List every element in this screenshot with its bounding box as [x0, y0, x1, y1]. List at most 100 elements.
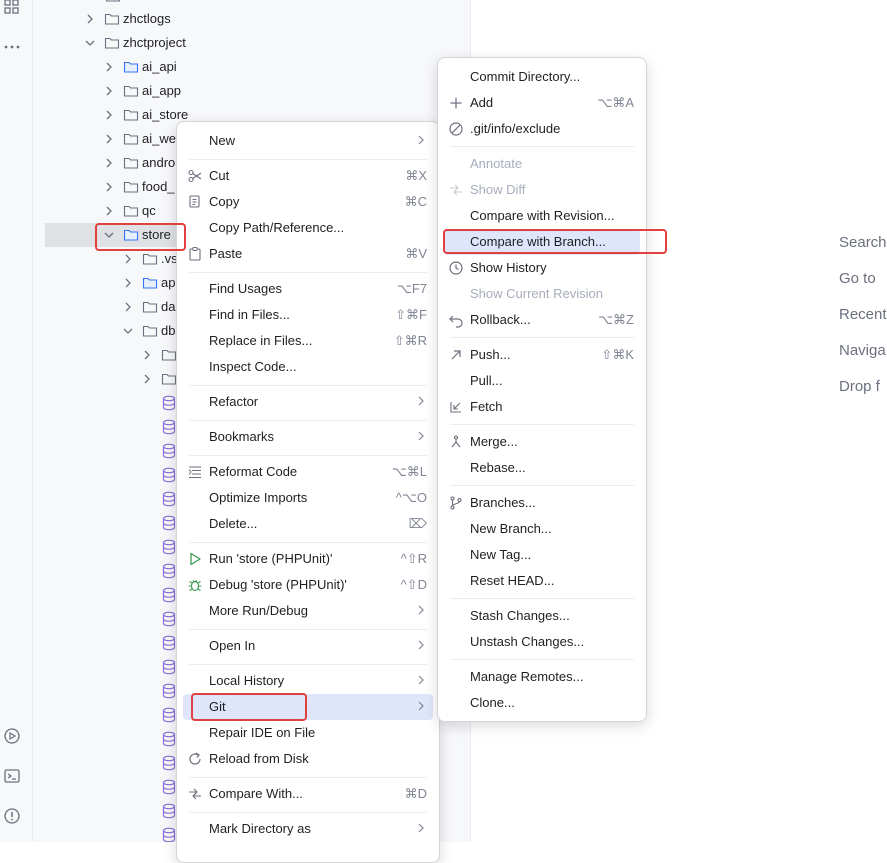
chevron-right-icon[interactable] — [103, 109, 115, 121]
chevron-right-icon[interactable] — [103, 133, 115, 145]
database-file-icon[interactable] — [162, 827, 176, 842]
tree-row[interactable]: zhctlogs — [33, 7, 470, 31]
tree-row[interactable]: ai_app — [33, 79, 470, 103]
database-file-icon[interactable] — [162, 803, 176, 819]
git-item-add[interactable]: Add ⌥⌘A — [444, 90, 640, 116]
menu-item-copy[interactable]: Copy ⌘C — [183, 189, 433, 215]
menu-item-paste[interactable]: Paste ⌘V — [183, 241, 433, 267]
git-item-compare-with-branch[interactable]: Compare with Branch... — [444, 229, 640, 255]
git-item-commit-directory[interactable]: Commit Directory... — [444, 64, 640, 90]
menu-item-run[interactable]: Run 'store (PHPUnit)' ^⇧R — [183, 546, 433, 572]
git-item-merge[interactable]: Merge... — [444, 429, 640, 455]
menu-item-find-in-files[interactable]: Find in Files... ⇧⌘F — [183, 302, 433, 328]
terminal-icon[interactable] — [3, 767, 21, 785]
git-item-stash-changes[interactable]: Stash Changes... — [444, 603, 640, 629]
menu-item-refactor[interactable]: Refactor — [183, 389, 433, 415]
database-file-icon[interactable] — [162, 587, 176, 603]
database-file-icon[interactable] — [162, 731, 176, 747]
menu-item-bookmarks[interactable]: Bookmarks — [183, 424, 433, 450]
chevron-right-icon[interactable] — [103, 61, 115, 73]
database-file-icon[interactable] — [162, 467, 176, 483]
more-icon[interactable] — [3, 38, 21, 56]
menu-item-new[interactable]: New — [183, 128, 433, 154]
services-icon[interactable] — [3, 727, 21, 745]
menu-item-open-in[interactable]: Open In — [183, 633, 433, 659]
menu-item-debug[interactable]: Debug 'store (PHPUnit)' ^⇧D — [183, 572, 433, 598]
editor-hint: Naviga — [839, 342, 886, 359]
database-file-icon[interactable] — [162, 515, 176, 531]
git-item-new-branch[interactable]: New Branch... — [444, 516, 640, 542]
tool-window-strip — [0, 0, 33, 842]
menu-item-compare-with[interactable]: Compare With... ⌘D — [183, 781, 433, 807]
chevron-right-icon[interactable] — [122, 253, 134, 265]
git-item-new-tag[interactable]: New Tag... — [444, 542, 640, 568]
git-item-show-history[interactable]: Show History — [444, 255, 640, 281]
database-file-icon[interactable] — [162, 539, 176, 555]
chevron-right-icon[interactable] — [122, 277, 134, 289]
chevron-right-icon[interactable] — [141, 373, 153, 385]
chevron-right-icon[interactable] — [84, 13, 96, 25]
menu-item-replace-in-files[interactable]: Replace in Files... ⇧⌘R — [183, 328, 433, 354]
database-file-icon[interactable] — [162, 779, 176, 795]
tree-item-label: ap — [161, 275, 176, 290]
menu-item-copy-path[interactable]: Copy Path/Reference... — [183, 215, 433, 241]
menu-item-mark-directory-as[interactable]: Mark Directory as — [183, 816, 433, 842]
chevron-right-icon[interactable] — [122, 301, 134, 313]
git-item-push[interactable]: Push... ⇧⌘K — [444, 342, 640, 368]
menu-item-local-history[interactable]: Local History — [183, 668, 433, 694]
menu-separator — [450, 146, 634, 147]
git-item-clone[interactable]: Clone... — [444, 690, 640, 716]
database-file-icon[interactable] — [162, 611, 176, 627]
tree-item-label: store — [142, 227, 171, 242]
chevron-right-icon — [418, 701, 424, 711]
structure-icon[interactable] — [3, 0, 21, 16]
run-icon — [190, 552, 201, 566]
menu-item-find-usages[interactable]: Find Usages ⌥F7 — [183, 276, 433, 302]
menu-item-reload-from-disk[interactable]: Reload from Disk — [183, 746, 433, 772]
git-item-pull[interactable]: Pull... — [444, 368, 640, 394]
menu-item-cut[interactable]: Cut ⌘X — [183, 163, 433, 189]
git-item-manage-remotes[interactable]: Manage Remotes... — [444, 664, 640, 690]
git-item-show-current-revision: Show Current Revision — [470, 286, 603, 301]
menu-item-inspect-code[interactable]: Inspect Code... — [183, 354, 433, 380]
chevron-right-icon[interactable] — [103, 181, 115, 193]
git-item-compare-with-revision[interactable]: Compare with Revision... — [444, 203, 640, 229]
git-item-fetch[interactable]: Fetch — [444, 394, 640, 420]
module-folder-icon — [142, 277, 158, 289]
database-file-icon[interactable] — [162, 563, 176, 579]
tree-row[interactable]: zhctproject — [33, 31, 470, 55]
chevron-down-icon[interactable] — [84, 37, 96, 49]
git-item-rebase[interactable]: Rebase... — [444, 455, 640, 481]
chevron-down-icon[interactable] — [103, 229, 115, 241]
git-item-unstash-changes[interactable]: Unstash Changes... — [444, 629, 640, 655]
menu-item-git[interactable]: Git — [183, 694, 433, 720]
database-file-icon[interactable] — [162, 755, 176, 771]
menu-item-more-run-debug[interactable]: More Run/Debug — [183, 598, 433, 624]
database-file-icon[interactable] — [162, 419, 176, 435]
problems-icon[interactable] — [3, 807, 21, 825]
menu-separator — [189, 420, 427, 421]
chevron-right-icon[interactable] — [103, 157, 115, 169]
database-file-icon[interactable] — [162, 491, 176, 507]
menu-item-reformat-code[interactable]: Reformat Code ⌥⌘L — [183, 459, 433, 485]
git-item-reset-head[interactable]: Reset HEAD... — [444, 568, 640, 594]
menu-item-delete[interactable]: Delete... ⌦ — [183, 511, 433, 537]
database-file-icon[interactable] — [162, 707, 176, 723]
git-item-rollback[interactable]: Rollback... ⌥⌘Z — [444, 307, 640, 333]
database-file-icon[interactable] — [162, 395, 176, 411]
git-item-exclude[interactable]: .git/info/exclude — [444, 116, 640, 142]
git-item-branches[interactable]: Branches... — [444, 490, 640, 516]
folder-icon — [142, 325, 158, 337]
database-file-icon[interactable] — [162, 443, 176, 459]
database-file-icon[interactable] — [162, 635, 176, 651]
chevron-right-icon[interactable] — [141, 349, 153, 361]
menu-item-repair-ide[interactable]: Repair IDE on File — [183, 720, 433, 746]
menu-item-optimize-imports[interactable]: Optimize Imports ^⌥O — [183, 485, 433, 511]
chevron-right-icon[interactable] — [103, 205, 115, 217]
tree-row[interactable]: ai_api — [33, 55, 470, 79]
chevron-right-icon[interactable] — [103, 85, 115, 97]
chevron-down-icon[interactable] — [122, 325, 134, 337]
fetch-icon — [450, 402, 461, 413]
database-file-icon[interactable] — [162, 683, 176, 699]
database-file-icon[interactable] — [162, 659, 176, 675]
